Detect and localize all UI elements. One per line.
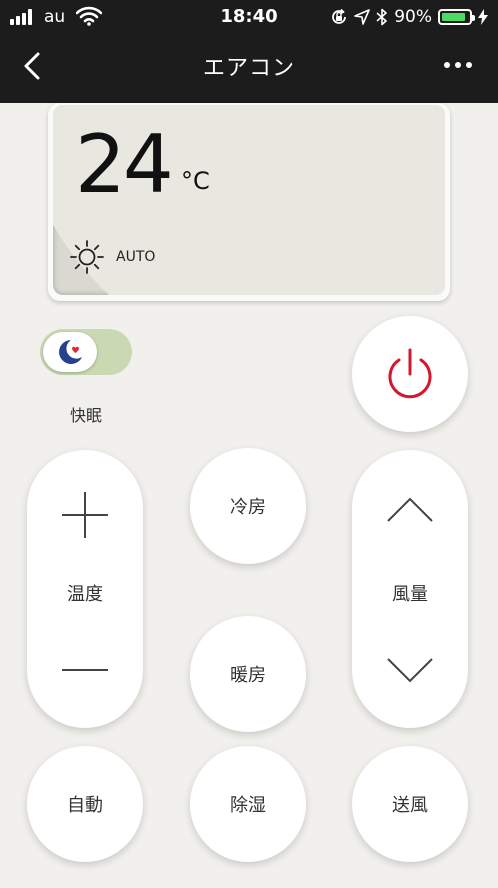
- chevron-down-icon: [387, 658, 433, 683]
- plus-icon: [62, 492, 108, 538]
- fan-mode-button[interactable]: 送風: [352, 746, 468, 862]
- heat-mode-button[interactable]: 暖房: [190, 616, 306, 732]
- temperature-control: 温度: [27, 450, 143, 728]
- lcd-display-frame: 24 °C AUTO: [48, 103, 450, 301]
- battery-icon: [438, 9, 475, 25]
- more-options-button[interactable]: [438, 50, 478, 80]
- fan-speed-down-button[interactable]: [352, 630, 468, 710]
- status-bar: au 18:40 90%: [0, 0, 498, 36]
- dehumidify-mode-button[interactable]: 除湿: [190, 746, 306, 862]
- top-bar: au 18:40 90% エアコン: [0, 0, 498, 103]
- mode-text: AUTO: [116, 249, 156, 265]
- lcd-display: 24 °C AUTO: [53, 105, 445, 295]
- navigation-bar: エアコン: [0, 36, 498, 103]
- auto-mode-button[interactable]: 自動: [27, 746, 143, 862]
- sun-icon: [70, 240, 104, 274]
- fan-speed-control: 風量: [352, 450, 468, 728]
- temperature-down-button[interactable]: [27, 630, 143, 710]
- moon-heart-icon: [59, 340, 82, 364]
- fan-speed-up-button[interactable]: [352, 470, 468, 550]
- fan-speed-label: 風量: [392, 584, 428, 605]
- minus-icon: [62, 669, 108, 671]
- bluetooth-icon: [376, 8, 388, 26]
- temperature-label: 温度: [67, 584, 103, 605]
- location-arrow-icon: [354, 9, 371, 25]
- cool-mode-button[interactable]: 冷房: [190, 448, 306, 564]
- power-icon: [388, 348, 432, 399]
- page-title: エアコン: [202, 56, 295, 81]
- sleep-mode-toggle[interactable]: [40, 329, 132, 375]
- battery-percent: 90%: [394, 7, 432, 27]
- toggle-knob: [43, 332, 97, 372]
- temperature-unit: °C: [181, 167, 210, 195]
- temperature-value: 24: [75, 118, 174, 211]
- chevron-up-icon: [387, 497, 433, 522]
- temperature-up-button[interactable]: [27, 475, 143, 555]
- charging-bolt-icon: [478, 9, 488, 25]
- more-dots-icon: [444, 62, 472, 68]
- rotation-lock-icon: [332, 8, 347, 24]
- power-button[interactable]: [352, 316, 468, 432]
- sleep-mode-label: 快眠: [69, 406, 102, 425]
